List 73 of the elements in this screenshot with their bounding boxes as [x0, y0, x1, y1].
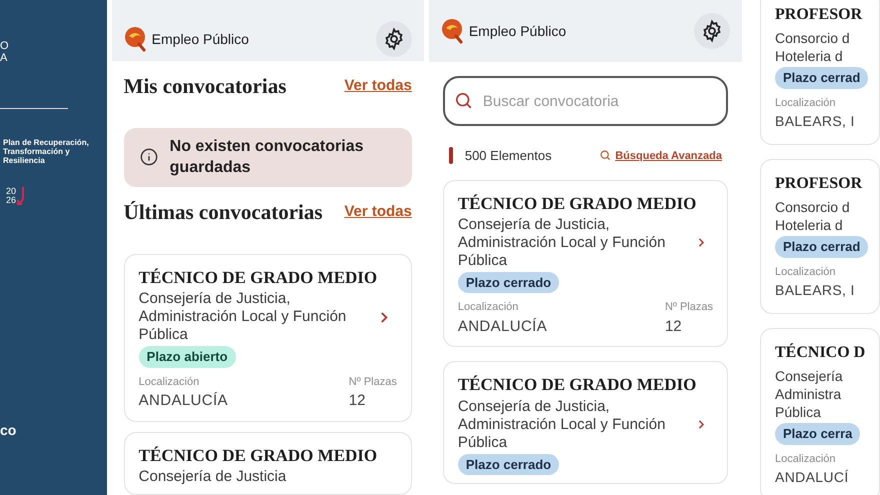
curved-arrow-icon	[17, 187, 26, 205]
job-organization: Consorcio d	[775, 198, 851, 216]
location-value: BALEARS, I	[775, 112, 856, 131]
status-badge: Plazo abierto	[138, 346, 236, 368]
job-organization: Consejería de Justicia, Administración Local y Función Pública	[458, 216, 666, 270]
year-text: 20	[6, 187, 16, 196]
year-text: 26	[6, 196, 16, 205]
job-organization: Consejería	[775, 367, 844, 385]
location-label: Localización	[458, 300, 520, 316]
brand-text-fragment: A	[0, 52, 8, 64]
search-icon	[600, 150, 612, 162]
app-logo-icon	[440, 18, 465, 44]
location-label: Localización	[775, 264, 837, 280]
info-icon	[140, 148, 158, 166]
status-badge: Plazo cerra	[775, 423, 860, 444]
app-logo-icon	[124, 26, 148, 52]
job-organization: Hoteleria d	[775, 47, 844, 65]
job-card[interactable]: TÉCNICO DE GRADO MEDIO Consejería de Justicia, Administración Local y Función Pública Plazo abierto Localización ANDALUCÍA Nº Plazas 12	[124, 254, 412, 422]
job-organization: Administra	[775, 385, 842, 403]
location-label: Localización	[775, 96, 837, 110]
job-card[interactable]: PROFESOR Consorcio d Hoteleria d Plazo cerrad Localización BALEARS, I	[760, 159, 880, 314]
status-badge: Plazo cerrad	[775, 67, 868, 88]
job-title: TÉCNICO DE GRADO MEDIO	[458, 374, 698, 396]
location-value: BALEARS, I	[775, 281, 856, 300]
plan-text: Plan de Recuperación, Transformación y Resiliencia	[3, 138, 90, 165]
settings-button[interactable]	[694, 13, 730, 49]
results-count: 500 Elementos	[464, 147, 552, 165]
places-value: 12	[664, 316, 683, 337]
view-all-link[interactable]: Ver todas	[344, 75, 412, 98]
job-organization: Consorcio d	[775, 29, 851, 47]
advanced-search-link[interactable]: Búsqueda Avanzada	[615, 148, 722, 164]
search-field[interactable]: Buscar convocatoria	[442, 76, 728, 126]
accent-bar	[448, 147, 453, 164]
brand-text-fragment: O	[0, 40, 9, 52]
job-card[interactable]: TÉCNICO DE GRADO MEDIO Consejería de Justicia, Administración Local y Función Pública Plazo cerrado Localización ANDALUCÍA Nº Plazas 12	[442, 180, 728, 348]
places-label: Nº Plazas	[348, 374, 397, 390]
job-title: PROFESOR	[775, 5, 864, 25]
job-organization: Hoteleria d	[775, 216, 844, 234]
chevron-right-icon	[698, 236, 705, 250]
location-value: ANDALUCÍA	[138, 391, 228, 412]
location-label: Localización	[775, 452, 837, 466]
section-title: Mis convocatorias	[124, 72, 286, 100]
job-title: TÉCNICO DE GRADO MEDIO	[138, 267, 378, 288]
job-organization: Consejería de Justicia	[138, 468, 286, 486]
settings-button[interactable]	[376, 21, 412, 58]
job-title: TÉCNICO D	[775, 342, 866, 363]
search-icon	[454, 92, 473, 110]
places-value: 12	[348, 391, 366, 412]
job-organization: Consejería de Justicia, Administración Local y Función Pública	[458, 398, 666, 452]
job-title: TÉCNICO DE GRADO MEDIO	[458, 192, 698, 214]
job-card[interactable]: TÉCNICO DE GRADO MEDIO Consejería de Justicia, Administración Local y Función Pública Plazo cerrado	[442, 361, 728, 484]
job-card[interactable]: TÉCNICO DE GRADO MEDIO Consejería de Justicia	[124, 432, 412, 495]
location-value: ANDALUCÍ	[775, 468, 850, 487]
job-title: TÉCNICO DE GRADO MEDIO	[138, 444, 378, 466]
chevron-right-icon	[380, 310, 389, 324]
status-badge: Plazo cerrado	[458, 454, 560, 475]
job-title: PROFESOR	[775, 174, 864, 194]
status-badge: Plazo cerrad	[775, 236, 868, 258]
places-label: Nº Plazas	[664, 300, 713, 316]
view-all-link[interactable]: Ver todas	[344, 201, 412, 224]
job-organization: Pública	[775, 403, 822, 421]
job-card[interactable]: TÉCNICO D Consejería Administra Pública Plazo cerra Localización ANDALUCÍ	[760, 328, 880, 495]
app-title: Empleo Público	[468, 22, 566, 41]
location-label: Localización	[138, 374, 200, 390]
chevron-right-icon	[698, 418, 705, 431]
job-organization: Consejería de Justicia, Administración Local y Función Pública	[138, 290, 348, 344]
status-badge: Plazo cerrado	[458, 272, 560, 294]
section-title: Últimas convocatorias	[124, 198, 323, 226]
job-card[interactable]: PROFESOR Consorcio d Hoteleria d Plazo cerrad Localización BALEARS, I	[760, 0, 880, 145]
location-value: ANDALUCÍA	[458, 316, 548, 337]
app-title: Empleo Público	[152, 30, 249, 49]
brand-text-fragment: co	[0, 421, 16, 440]
notice-text: No existen convocatorias guardadas	[170, 137, 364, 178]
